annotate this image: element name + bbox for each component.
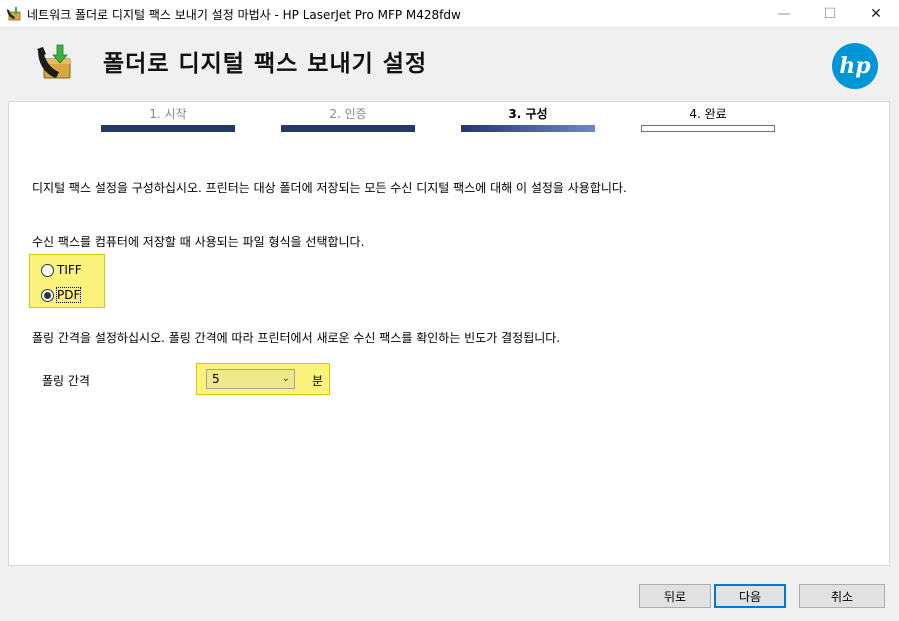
polling-interval-group: 5 ⌄ 분 [196, 363, 330, 395]
step-label: 1. 시작 [149, 107, 187, 121]
radio-tiff[interactable]: TIFF [41, 263, 82, 277]
step-progress-bar [461, 125, 595, 132]
radio-label-tiff[interactable]: TIFF [57, 263, 82, 277]
minimize-button[interactable]: — [761, 0, 807, 28]
radio-pdf[interactable]: PDF [41, 287, 82, 303]
maximize-icon: ☐ [823, 6, 837, 22]
config-description: 디지털 팩스 설정을 구성하십시오. 프린터는 대상 폴더에 저장되는 모든 수… [32, 181, 627, 195]
back-button[interactable]: 뒤로 [639, 584, 711, 608]
step-label: 2. 인증 [329, 107, 367, 121]
format-prompt: 수신 팩스를 컴퓨터에 저장할 때 사용되는 파일 형식을 선택합니다. [32, 235, 365, 249]
polling-unit-label: 분 [312, 374, 324, 388]
chevron-down-icon[interactable]: ⌄ [282, 373, 290, 384]
close-button[interactable]: ✕ [853, 0, 899, 28]
step-auth: 2. 인증 [281, 107, 415, 132]
maximize-button[interactable]: ☐ [807, 0, 853, 28]
radio-checked-icon[interactable] [41, 288, 54, 302]
polling-interval-value: 5 [212, 372, 220, 386]
radio-unchecked-icon[interactable] [41, 263, 54, 277]
step-finish: 4. 완료 [641, 107, 775, 132]
minimize-icon: — [777, 6, 791, 22]
hp-logo-icon: hp [832, 43, 878, 89]
step-progress-bar [281, 125, 415, 132]
window-title: 네트워크 폴더로 디지털 팩스 보내기 설정 마법사 - HP LaserJet… [27, 8, 461, 22]
next-button[interactable]: 다음 [714, 584, 786, 608]
step-label: 3. 구성 [508, 107, 548, 121]
wizard-header: 폴더로 디지털 팩스 보내기 설정 hp [0, 28, 899, 100]
file-format-group: TIFF PDF [29, 254, 105, 308]
title-bar: 네트워크 폴더로 디지털 팩스 보내기 설정 마법사 - HP LaserJet… [0, 0, 899, 28]
page-title: 폴더로 디지털 팩스 보내기 설정 [103, 51, 428, 77]
polling-interval-label: 폴링 간격 [42, 374, 90, 388]
polling-prompt: 폴링 간격을 설정하십시오. 폴링 간격에 따라 프린터에서 새로운 수신 팩스… [32, 331, 561, 345]
fax-folder-icon [7, 7, 21, 21]
fax-folder-icon [37, 44, 71, 79]
polling-interval-select[interactable]: 5 ⌄ [206, 369, 295, 389]
close-icon: ✕ [870, 6, 882, 22]
step-progress-bar [101, 125, 235, 132]
step-progress-bar [641, 125, 775, 132]
cancel-button[interactable]: 취소 [799, 584, 885, 608]
svg-text:hp: hp [839, 53, 871, 79]
radio-label-pdf[interactable]: PDF [55, 287, 82, 303]
step-start: 1. 시작 [101, 107, 235, 132]
step-label: 4. 완료 [689, 107, 727, 121]
wizard-content-panel: 1. 시작 2. 인증 3. 구성 4. 완료 디지털 팩스 설정을 구성하십시… [8, 101, 890, 566]
step-configure: 3. 구성 [461, 107, 595, 132]
